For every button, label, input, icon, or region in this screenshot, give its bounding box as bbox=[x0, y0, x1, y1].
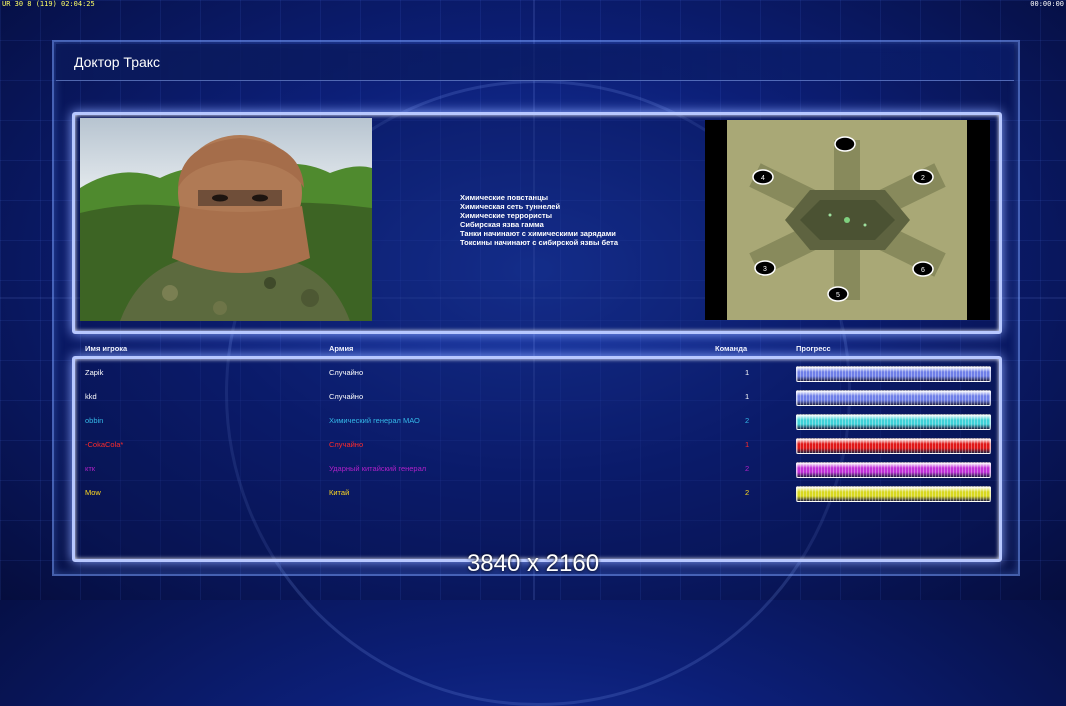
column-header-team: Команда bbox=[715, 344, 748, 353]
general-objectives: Химические повстанцы Химическая сеть тун… bbox=[460, 193, 618, 247]
loading-progress-bar bbox=[796, 486, 991, 502]
hud-clock: 00:00:00 bbox=[1030, 0, 1064, 8]
player-row: Zapik Случайно 1 bbox=[0, 366, 1066, 382]
objective-item: Танки начинают с химическими зарядами bbox=[460, 229, 616, 238]
player-team: 2 bbox=[745, 488, 750, 497]
player-army: Ударный китайский генерал bbox=[329, 464, 427, 473]
start-position-label: 4 bbox=[761, 175, 765, 182]
resolution-watermark: 3840 x 2160 bbox=[466, 550, 600, 577]
objective-item: Химическая сеть туннелей bbox=[460, 202, 561, 211]
player-team: 1 bbox=[745, 368, 750, 377]
player-team: 2 bbox=[745, 416, 750, 425]
player-army: Химический генерал МАО bbox=[329, 416, 420, 425]
player-name: Zapik bbox=[85, 368, 104, 377]
objective-item: Токсины начинают с сибирской язвы бета bbox=[460, 238, 619, 247]
player-row: ктк Ударный китайский генерал 2 bbox=[0, 462, 1066, 478]
loading-progress-bar bbox=[796, 414, 991, 430]
player-row: obbin Химический генерал МАО 2 bbox=[0, 414, 1066, 430]
start-position-label: 3 bbox=[763, 266, 767, 273]
player-army: Случайно bbox=[329, 392, 364, 401]
start-position-label: 6 bbox=[921, 267, 925, 274]
player-name: -CokaCola* bbox=[85, 440, 124, 449]
player-row: Mow Китай 2 bbox=[0, 486, 1066, 502]
player-row: kkd Случайно 1 bbox=[0, 390, 1066, 406]
loading-progress-bar bbox=[796, 462, 991, 478]
player-team: 1 bbox=[745, 440, 750, 449]
players-panel bbox=[72, 356, 1002, 562]
start-position-marker[interactable] bbox=[834, 136, 856, 152]
objective-item: Химические террористы bbox=[460, 211, 553, 220]
column-header-name: Имя игрока bbox=[85, 344, 128, 353]
player-name: ктк bbox=[85, 464, 96, 473]
start-position-label: 2 bbox=[921, 175, 925, 182]
player-army: Китай bbox=[329, 488, 350, 497]
minimap[interactable]: 4 2 3 6 5 bbox=[705, 120, 990, 320]
general-portrait-image bbox=[80, 118, 372, 321]
objective-item: Сибирская язва гамма bbox=[460, 220, 544, 229]
player-name: Mow bbox=[85, 488, 101, 497]
player-name: kkd bbox=[85, 392, 97, 401]
player-army: Случайно bbox=[329, 440, 364, 449]
column-header-progress: Прогресс bbox=[796, 344, 831, 353]
loading-progress-bar bbox=[796, 438, 991, 454]
objective-item: Химические повстанцы bbox=[460, 193, 549, 202]
page-title: Доктор Тракс bbox=[74, 54, 161, 70]
player-team: 2 bbox=[745, 464, 750, 473]
player-name: obbin bbox=[85, 416, 104, 425]
loading-progress-bar bbox=[796, 366, 991, 382]
title-bar bbox=[56, 44, 1014, 81]
player-team: 1 bbox=[745, 392, 750, 401]
general-portrait bbox=[80, 118, 372, 321]
column-header-army: Армия bbox=[329, 344, 354, 353]
minimap-image: 4 2 3 6 5 bbox=[705, 120, 990, 320]
hud-status: UR 30 8 (119) 02:04:25 bbox=[2, 0, 95, 8]
start-position-label: 5 bbox=[836, 292, 840, 299]
hud-bar: UR 30 8 (119) 02:04:25 00:00:00 bbox=[0, 0, 1066, 8]
loading-progress-bar bbox=[796, 390, 991, 406]
player-row: -CokaCola* Случайно 1 bbox=[0, 438, 1066, 454]
player-army: Случайно bbox=[329, 368, 364, 377]
